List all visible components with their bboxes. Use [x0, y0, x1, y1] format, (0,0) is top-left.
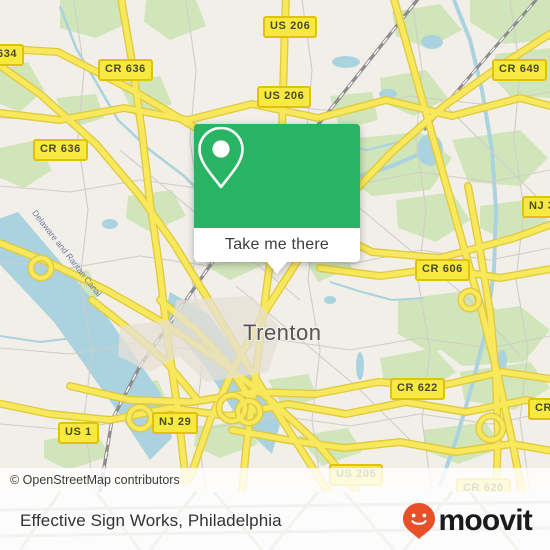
moovit-brand[interactable]: moovit — [402, 502, 533, 540]
map-screenshot: Delaware and Raritan Canal Trenton 634 C… — [0, 0, 550, 550]
road-shield[interactable]: NJ 33 — [522, 196, 550, 218]
page-footer: Effective Sign Works, Philadelphia moovi… — [0, 492, 550, 550]
popup-action-button[interactable]: Take me there — [194, 228, 360, 274]
road-shield[interactable]: CR 636 — [98, 59, 153, 81]
road-shield[interactable]: US 1 — [58, 422, 99, 444]
moovit-wordmark: moovit — [438, 504, 532, 537]
road-shield[interactable]: CR 636 — [33, 139, 88, 161]
road-shield[interactable]: US 206 — [263, 16, 318, 38]
attribution-text: © OpenStreetMap contributors — [10, 473, 180, 487]
map-attribution[interactable]: © OpenStreetMap contributors — [0, 468, 550, 492]
moovit-pin-icon — [403, 503, 436, 539]
road-shield[interactable]: CR 649 — [492, 59, 547, 81]
popup-icon-panel — [194, 124, 360, 228]
road-shield[interactable]: CR 606 — [415, 259, 470, 281]
road-shield[interactable]: NJ 29 — [152, 412, 199, 434]
map-pin-icon — [198, 126, 244, 189]
place-label-trenton: Trenton — [243, 320, 322, 345]
page-title: Effective Sign Works, Philadelphia — [20, 511, 282, 530]
road-shield[interactable]: US 206 — [257, 86, 312, 108]
map-canvas[interactable]: Delaware and Raritan Canal Trenton 634 C… — [0, 0, 550, 492]
road-shield[interactable]: CR 622 — [390, 378, 445, 400]
popup-tail-arrow — [267, 262, 287, 274]
map-popup-card[interactable]: Take me there — [194, 124, 360, 274]
road-shield[interactable]: CR — [528, 398, 550, 420]
popup-action-label: Take me there — [225, 236, 329, 253]
road-shield[interactable]: 634 — [0, 44, 25, 66]
